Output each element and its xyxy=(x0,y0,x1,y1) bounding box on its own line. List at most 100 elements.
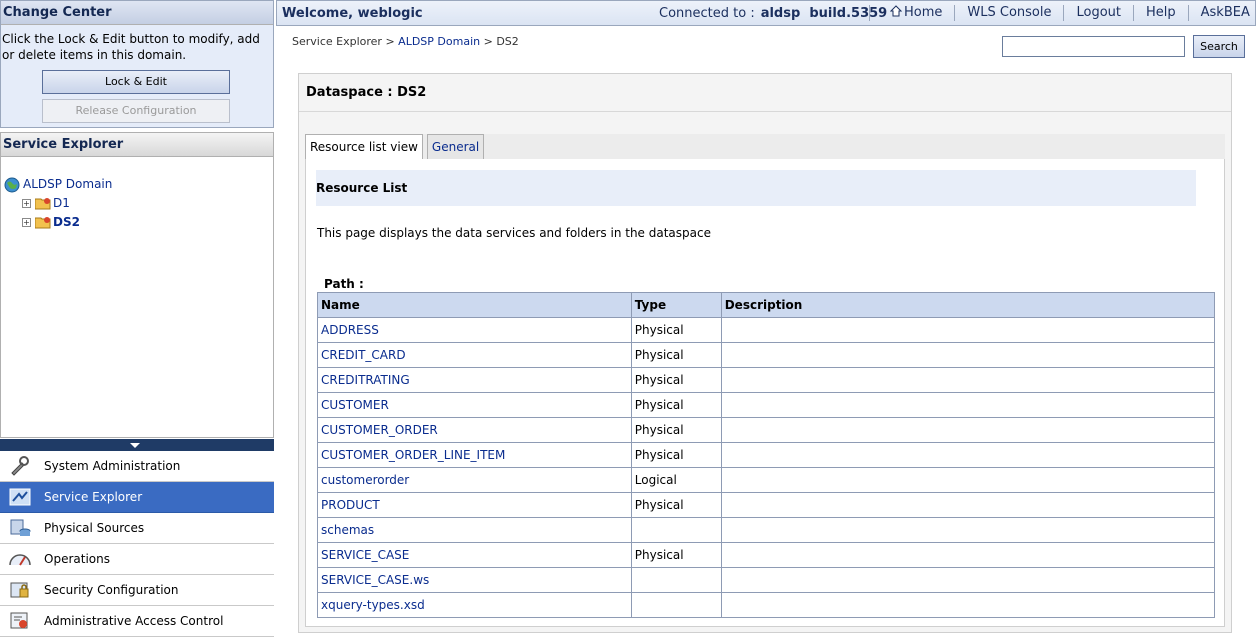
connection-info: Connected to : aldsp build.5359 xyxy=(659,6,887,21)
tree-item-d1[interactable]: + D1 xyxy=(4,194,273,213)
resource-type: Physical xyxy=(630,317,722,343)
nav-item-label: Service Explorer xyxy=(44,490,143,504)
nav-item-service-explorer[interactable]: Service Explorer xyxy=(0,482,274,513)
expand-icon[interactable]: + xyxy=(22,218,31,227)
resource-name-link[interactable]: ADDRESS xyxy=(317,317,632,343)
nav-item-label: Administrative Access Control xyxy=(44,614,224,628)
home-link[interactable]: Home xyxy=(869,5,954,21)
breadcrumb-root: Service Explorer xyxy=(292,35,382,48)
resource-description xyxy=(720,492,1216,518)
collapse-arrow-icon xyxy=(130,443,140,448)
resource-type: Physical xyxy=(630,542,722,568)
resource-name-link[interactable]: CUSTOMER xyxy=(317,392,632,418)
tree-root-label[interactable]: ALDSP Domain xyxy=(23,175,112,194)
table-row: customerorder Logical xyxy=(317,467,1216,493)
nav-item-physical-sources[interactable]: Physical Sources xyxy=(0,513,274,544)
service-explorer-title: Service Explorer xyxy=(1,133,273,157)
table-row: SERVICE_CASE Physical xyxy=(317,542,1216,568)
askbea-link[interactable]: AskBEA xyxy=(1187,5,1256,21)
service-explorer-panel: Service Explorer ALDSP Domain + D1 + DS2 xyxy=(0,132,274,438)
resource-type: Logical xyxy=(630,467,722,493)
breadcrumb-separator: > xyxy=(480,35,497,48)
column-header-type[interactable]: Type xyxy=(630,292,722,318)
search-button[interactable]: Search xyxy=(1193,35,1245,58)
nav-item-administrative-access-control[interactable]: Administrative Access Control xyxy=(0,606,274,637)
security-icon xyxy=(8,579,32,601)
resource-type: Physical xyxy=(630,342,722,368)
service-tree: ALDSP Domain + D1 + DS2 xyxy=(1,157,273,232)
section-header: Resource List xyxy=(316,170,1196,206)
resource-description xyxy=(720,342,1216,368)
resource-type xyxy=(630,567,722,593)
resource-name-link[interactable]: CREDIT_CARD xyxy=(317,342,632,368)
resource-description xyxy=(720,517,1216,543)
resource-name-link[interactable]: SERVICE_CASE xyxy=(317,542,632,568)
table-body: ADDRESS Physical CREDIT_CARD Physical CREDIT… xyxy=(317,317,1216,618)
header-links: Home WLS Console Logout Help AskBEA xyxy=(869,1,1256,25)
tab-general[interactable]: General xyxy=(426,134,485,160)
table-row: CUSTOMER_ORDER_LINE_ITEM Physical xyxy=(317,442,1216,468)
resource-description xyxy=(720,417,1216,443)
top-header: Welcome, weblogic Connected to : aldsp bu… xyxy=(276,0,1256,26)
tree-item-label[interactable]: DS2 xyxy=(53,213,80,232)
help-link[interactable]: Help xyxy=(1133,5,1188,21)
content-panel: Dataspace : DS2 Resource list view Gener… xyxy=(298,73,1232,633)
wrench-icon xyxy=(8,455,32,477)
resource-name-link[interactable]: SERVICE_CASE.ws xyxy=(317,567,632,593)
column-header-name[interactable]: Name xyxy=(317,292,632,318)
tree-root[interactable]: ALDSP Domain xyxy=(4,175,273,194)
nav-collapse-bar[interactable] xyxy=(0,439,274,451)
table-row: ADDRESS Physical xyxy=(317,317,1216,343)
resource-name-link[interactable]: PRODUCT xyxy=(317,492,632,518)
wls-console-link[interactable]: WLS Console xyxy=(954,5,1063,21)
resource-name-link[interactable]: xquery-types.xsd xyxy=(317,592,632,618)
resource-description xyxy=(720,317,1216,343)
home-link-label[interactable]: Home xyxy=(904,5,942,20)
table-header-row: Name Type Description xyxy=(317,292,1216,318)
resource-name-link[interactable]: customerorder xyxy=(317,467,632,493)
nav-item-label: Security Configuration xyxy=(44,583,179,597)
folder-icon xyxy=(35,216,51,229)
resource-type: Physical xyxy=(630,392,722,418)
table-row: schemas xyxy=(317,517,1216,543)
tabs: Resource list view General xyxy=(305,134,488,160)
connected-label: Connected to : xyxy=(659,6,755,21)
resource-table: Name Type Description ADDRESS Physical CRE… xyxy=(317,292,1216,618)
breadcrumb-link[interactable]: ALDSP Domain xyxy=(398,35,480,48)
section-title: Resource List xyxy=(316,181,408,195)
nav-item-security-configuration[interactable]: Security Configuration xyxy=(0,575,274,606)
nav-item-system-administration[interactable]: System Administration xyxy=(0,451,274,482)
resource-name-link[interactable]: CUSTOMER_ORDER xyxy=(317,417,632,443)
table-row: CREDIT_CARD Physical xyxy=(317,342,1216,368)
nav-item-operations[interactable]: Operations xyxy=(0,544,274,575)
release-configuration-button: Release Configuration xyxy=(42,99,230,123)
page-title: Dataspace : DS2 xyxy=(306,85,427,100)
search-input[interactable] xyxy=(1002,36,1185,57)
home-icon xyxy=(889,5,903,17)
left-panel: Change Center Click the Lock & Edit butt… xyxy=(0,0,274,641)
nav-item-label: Physical Sources xyxy=(44,521,145,535)
expand-icon[interactable]: + xyxy=(22,199,31,208)
resource-name-link[interactable]: schemas xyxy=(317,517,632,543)
resource-description xyxy=(720,392,1216,418)
folder-icon xyxy=(35,197,51,210)
resource-description xyxy=(720,442,1216,468)
tab-resource-list-view[interactable]: Resource list view xyxy=(305,134,423,160)
tree-item-label[interactable]: D1 xyxy=(53,194,70,213)
logout-link[interactable]: Logout xyxy=(1063,5,1133,21)
resource-description xyxy=(720,467,1216,493)
globe-icon xyxy=(4,177,20,193)
resource-type: Physical xyxy=(630,492,722,518)
change-center-title: Change Center xyxy=(1,1,273,25)
resource-name-link[interactable]: CREDITRATING xyxy=(317,367,632,393)
resource-name-link[interactable]: CUSTOMER_ORDER_LINE_ITEM xyxy=(317,442,632,468)
resource-type: Physical xyxy=(630,442,722,468)
lock-edit-button[interactable]: Lock & Edit xyxy=(42,70,230,94)
resource-description xyxy=(720,567,1216,593)
column-header-description[interactable]: Description xyxy=(720,292,1216,318)
tab-panel: Resource List This page displays the dat… xyxy=(305,159,1225,627)
resource-description xyxy=(720,542,1216,568)
tree-item-ds2[interactable]: + DS2 xyxy=(4,213,273,232)
change-center-panel: Change Center Click the Lock & Edit butt… xyxy=(0,0,274,128)
table-row: CUSTOMER_ORDER Physical xyxy=(317,417,1216,443)
